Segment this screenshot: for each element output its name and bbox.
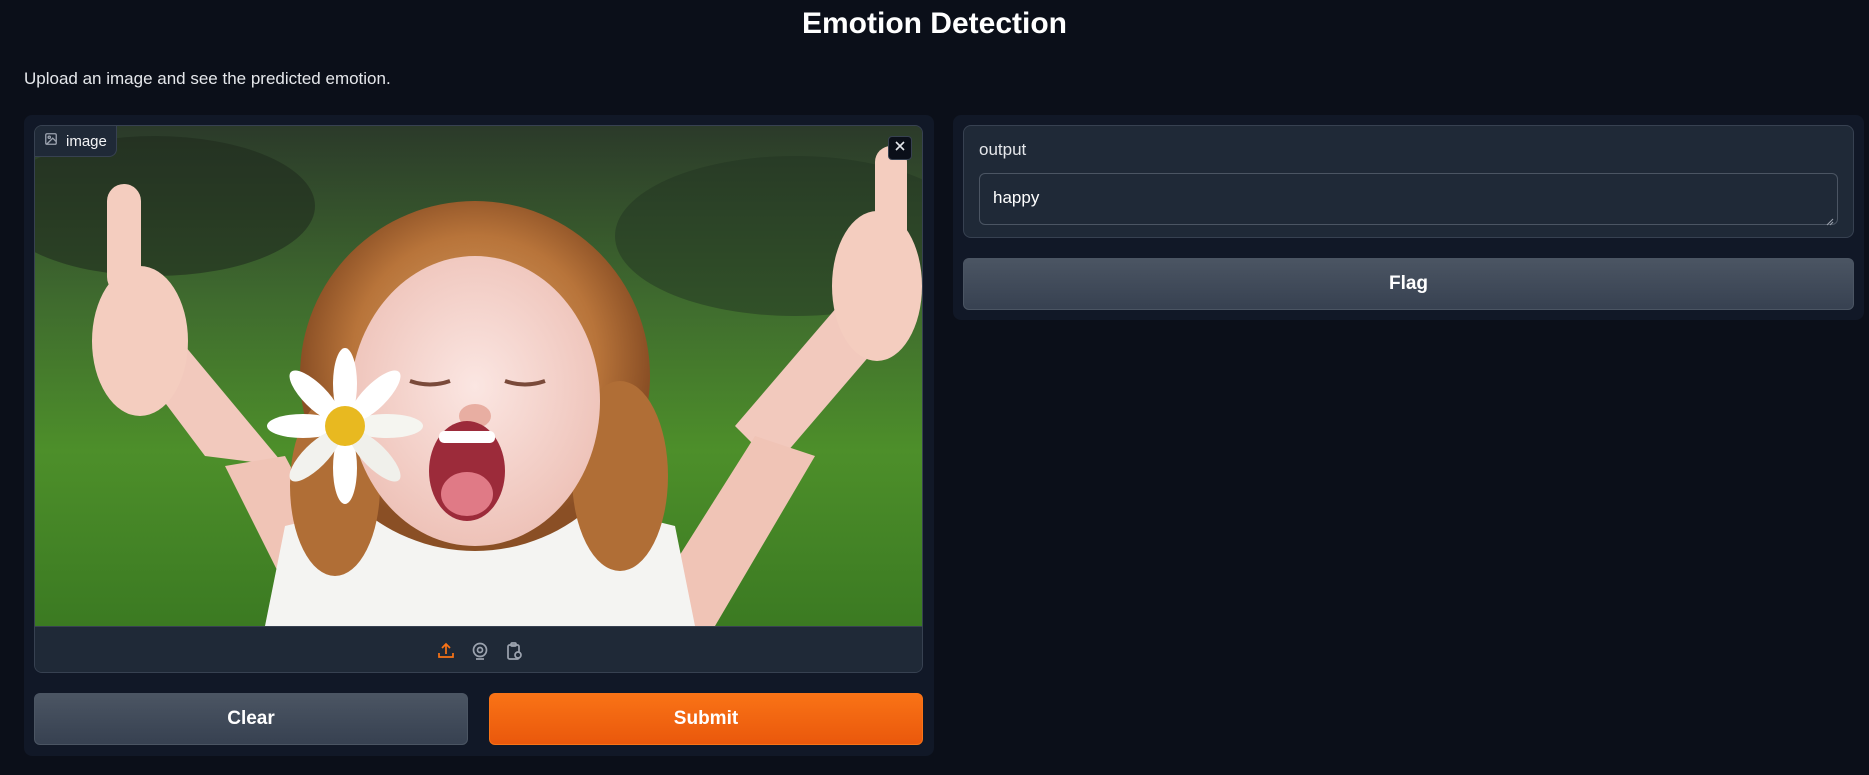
resize-handle-icon[interactable]	[1824, 211, 1834, 226]
uploaded-image-preview	[35, 126, 922, 626]
page-description: Upload an image and see the predicted em…	[24, 69, 391, 88]
image-label-text: image	[66, 132, 107, 150]
flag-button[interactable]: Flag	[963, 258, 1854, 310]
clear-button[interactable]: Clear	[34, 693, 468, 745]
output-textbox: output happy	[963, 125, 1854, 238]
output-field[interactable]: happy	[979, 173, 1838, 226]
clipboard-icon[interactable]	[503, 640, 525, 662]
output-label: output	[979, 140, 1027, 159]
close-icon	[894, 139, 906, 157]
submit-button[interactable]: Submit	[489, 693, 923, 745]
image-input[interactable]: image	[34, 125, 923, 673]
output-value: happy	[993, 188, 1040, 207]
clear-image-button[interactable]	[888, 136, 912, 160]
upload-icon[interactable]	[435, 640, 457, 662]
image-icon	[44, 132, 58, 150]
page-title: Emotion Detection	[801, 7, 1067, 40]
input-panel: image Clear Submit	[24, 115, 934, 756]
image-source-toolbar	[35, 626, 922, 672]
image-input-label: image	[35, 126, 117, 157]
webcam-icon[interactable]	[469, 640, 491, 662]
output-panel: output happy Flag	[953, 115, 1864, 320]
